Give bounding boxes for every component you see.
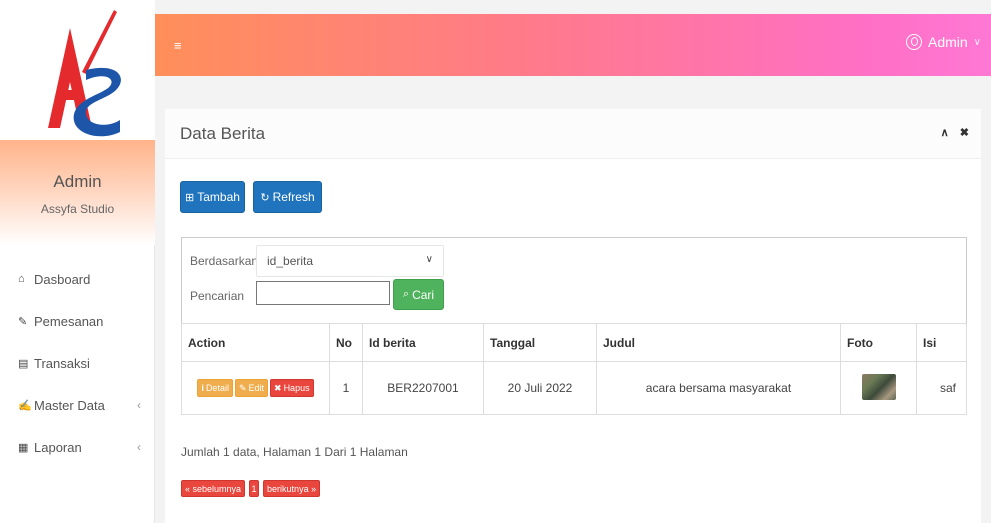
col-judul: Judul (596, 323, 841, 362)
next-page-button[interactable]: berikutnya » (263, 480, 321, 497)
chevron-down-icon: ∨ (425, 254, 433, 265)
col-foto: Foto (840, 323, 917, 362)
table-row: i Detail ✎ Edit ✖ Hapus 1 BER2207001 20 Jul… (181, 361, 967, 415)
tambah-button[interactable]: ⊞ Tambah (180, 181, 245, 213)
chevron-left-icon: ‹ (137, 398, 141, 412)
hapus-button[interactable]: ✖ Hapus (270, 379, 314, 397)
tambah-button-label: Tambah (197, 190, 240, 204)
detail-button[interactable]: i Detail (197, 379, 233, 397)
menu-toggle-icon[interactable]: ≡ (174, 38, 182, 53)
refresh-icon: ↻ (260, 191, 270, 204)
chevron-down-icon: ∨ (973, 36, 981, 48)
plus-square-icon: ⊞ (185, 191, 195, 204)
col-isi: Isi (916, 323, 967, 362)
home-icon: ⌂ (18, 273, 25, 285)
sidebar-item-pemesanan[interactable]: ✎ Pemesanan (0, 300, 155, 342)
col-no: No (329, 323, 363, 362)
calendar-icon: ▦ (18, 441, 29, 454)
profile-name: Admin (53, 172, 102, 191)
cell-judul: acara bersama masyarakat (596, 361, 841, 415)
user-profile: Admin Assyfa Studio (0, 140, 155, 245)
sidebar-item-master-data[interactable]: ✍ Master Data ‹ (0, 384, 155, 426)
sidebar-nav: ⌂ Dasboard ✎ Pemesanan ▤ Transaksi ✍ Mas… (0, 258, 155, 468)
profile-subtitle: Assyfa Studio (40, 202, 115, 216)
sidebar-item-label: Pemesanan (34, 313, 104, 329)
news-photo-thumbnail[interactable] (861, 373, 896, 400)
sidebar-item-laporan[interactable]: ▦ Laporan ‹ (0, 426, 155, 468)
search-input[interactable] (256, 281, 390, 305)
book-icon: ▤ (18, 357, 29, 370)
panel-header: Data Berita (165, 109, 981, 159)
col-id-berita: Id berita (362, 323, 484, 362)
search-filter: Berdasarkan: id_berita ∨ Pencarian : ⌕ C… (181, 237, 967, 323)
refresh-button[interactable]: ↻ Refresh (253, 181, 322, 213)
col-action: Action (181, 323, 330, 362)
user-icon (905, 34, 922, 50)
logo (0, 0, 155, 140)
page-number-button[interactable]: 1 (249, 480, 260, 497)
prev-page-button[interactable]: « sebelumnya (181, 480, 246, 497)
cari-button-label: Cari (412, 287, 435, 302)
panel-tools: ∧ ✖ (933, 126, 969, 139)
collapse-icon[interactable]: ∧ (941, 127, 949, 139)
chevron-left-icon: ‹ (137, 440, 141, 454)
content-panel: Data Berita ∧ ✖ ⊞ Tambah ↻ Refresh Berda… (165, 109, 981, 523)
cari-button[interactable]: ⌕ Cari (393, 279, 444, 310)
cell-isi: saf (916, 361, 967, 415)
pagination: « sebelumnya 1 berikutnya » (181, 480, 321, 497)
refresh-button-label: Refresh (272, 190, 315, 204)
search-icon: ⌕ (402, 288, 410, 300)
sidebar-item-dasboard[interactable]: ⌂ Dasboard (0, 258, 155, 300)
pencarian-label: Pencarian : (190, 289, 264, 303)
sidebar-item-label: Dasboard (34, 271, 91, 287)
top-navbar: ≡ Admin ∨ (155, 14, 991, 76)
sidebar-item-transaksi[interactable]: ▤ Transaksi (0, 342, 155, 384)
close-icon[interactable]: ✖ (960, 127, 969, 139)
user-menu-label: Admin (927, 34, 968, 50)
pagination-info: Jumlah 1 data, Halaman 1 Dari 1 Halaman (181, 445, 408, 459)
search-field-select[interactable]: id_berita ∨ (256, 245, 444, 277)
user-menu[interactable]: Admin ∨ (905, 34, 981, 50)
edit-icon: ✍ (18, 399, 32, 412)
edit-button[interactable]: ✎ Edit (234, 379, 269, 397)
sidebar-item-label: Transaksi (34, 355, 90, 371)
table-header-row: Action No Id berita Tanggal Judul Foto I… (181, 323, 967, 362)
cell-foto (840, 361, 917, 415)
sidebar-item-label: Laporan (34, 439, 82, 455)
pencil-icon: ✎ (18, 315, 28, 328)
berdasarkan-label: Berdasarkan: (190, 254, 262, 268)
berita-table: Action No Id berita Tanggal Judul Foto I… (181, 323, 967, 415)
col-tanggal: Tanggal (483, 323, 597, 362)
sidebar-item-label: Master Data (34, 397, 105, 413)
as-logo-icon (48, 10, 121, 137)
row-actions: i Detail ✎ Edit ✖ Hapus (181, 361, 330, 415)
cell-tanggal: 20 Juli 2022 (483, 361, 597, 415)
search-field-value: id_berita (267, 254, 314, 268)
page-title: Data Berita (180, 123, 266, 143)
cell-no: 1 (329, 361, 363, 415)
cell-id-berita: BER2207001 (362, 361, 484, 415)
sidebar: Admin Assyfa Studio ⌂ Dasboard ✎ Pemesan… (0, 0, 155, 523)
